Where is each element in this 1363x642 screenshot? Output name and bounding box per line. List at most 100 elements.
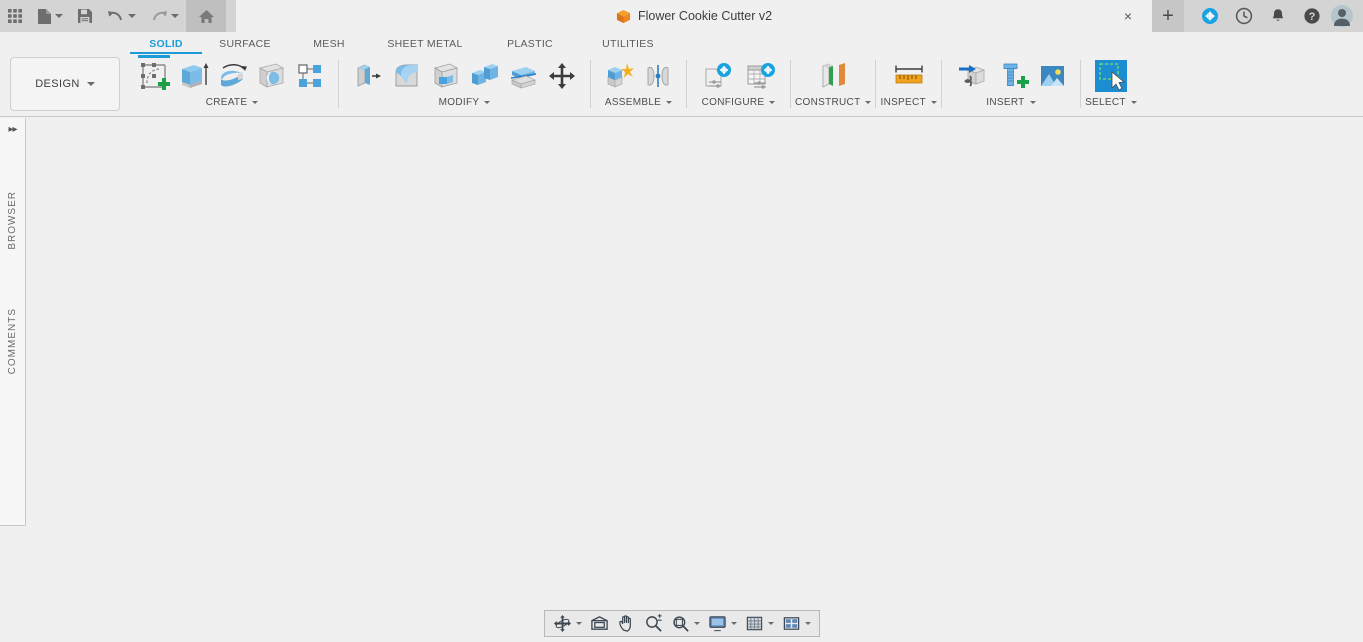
revolve-tool[interactable] bbox=[213, 56, 251, 96]
canvas-image-tool[interactable] bbox=[1033, 56, 1071, 96]
pan-tool[interactable] bbox=[613, 612, 640, 636]
redo-caret-icon[interactable] bbox=[171, 14, 179, 18]
configure-label-text: CONFIGURE bbox=[701, 97, 765, 108]
undo-caret-icon[interactable] bbox=[128, 14, 136, 18]
assemble-label-text: ASSEMBLE bbox=[604, 97, 662, 108]
model-cutter-wall-group bbox=[466, 281, 900, 642]
construct-caret-icon[interactable] bbox=[865, 101, 872, 104]
active-tool-indicator bbox=[138, 55, 170, 58]
move-copy-tool[interactable] bbox=[543, 56, 581, 96]
sidebar-item-comments[interactable]: COMMENTS bbox=[7, 308, 18, 374]
save-button[interactable] bbox=[70, 0, 100, 32]
view-cube[interactable]: Z X FRONT RIGHT TOP bbox=[1253, 128, 1343, 230]
insert-mcmaster-tool[interactable] bbox=[994, 56, 1032, 96]
app-grid-icon[interactable] bbox=[0, 0, 30, 32]
tab-mesh[interactable]: MESH bbox=[288, 38, 370, 54]
display-mode-caret-icon[interactable] bbox=[730, 622, 737, 625]
group-separator bbox=[590, 60, 591, 108]
split-face-tool[interactable] bbox=[504, 56, 542, 96]
workspace-selector[interactable]: DESIGN bbox=[10, 57, 120, 111]
tab-sheet-metal[interactable]: SHEET METAL bbox=[370, 38, 480, 54]
fit-tool[interactable] bbox=[667, 612, 704, 636]
configuration-table-tool[interactable] bbox=[739, 56, 781, 96]
extrude-tool[interactable] bbox=[174, 56, 212, 96]
tab-surface[interactable]: SURFACE bbox=[202, 38, 288, 54]
grid-snap-tool[interactable] bbox=[741, 612, 778, 636]
document-close-button[interactable]: × bbox=[1124, 9, 1132, 23]
group-separator bbox=[1079, 60, 1081, 108]
fit-caret-icon[interactable] bbox=[693, 622, 700, 625]
pattern-tool[interactable] bbox=[291, 56, 329, 96]
orbit-caret-icon[interactable] bbox=[575, 622, 582, 625]
ribbon-group-select-label[interactable]: SELECT bbox=[1085, 97, 1137, 108]
configuration-tool[interactable] bbox=[696, 56, 738, 96]
group-separator bbox=[940, 60, 942, 108]
ribbon-group-inspect-label[interactable]: INSPECT bbox=[880, 97, 937, 108]
sphere-tool[interactable] bbox=[252, 56, 290, 96]
workspace-caret-icon[interactable] bbox=[86, 82, 95, 86]
viewports-tool[interactable] bbox=[778, 612, 815, 636]
home-button[interactable] bbox=[186, 0, 226, 32]
display-settings-tool[interactable] bbox=[586, 612, 613, 636]
select-caret-icon[interactable] bbox=[1130, 101, 1137, 104]
combine-tool[interactable] bbox=[465, 56, 503, 96]
document-cube-icon bbox=[616, 9, 631, 23]
ribbon-group-modify-label[interactable]: MODIFY bbox=[439, 97, 491, 108]
insert-derive-tool[interactable] bbox=[951, 56, 993, 96]
help-icon[interactable]: ? bbox=[1295, 0, 1329, 32]
offset-plane-tool[interactable] bbox=[812, 56, 854, 96]
account-avatar[interactable] bbox=[1329, 0, 1363, 32]
document-tab[interactable]: Flower Cookie Cutter v2 × bbox=[236, 0, 1152, 32]
svg-text:?: ? bbox=[1309, 11, 1316, 23]
select-tool[interactable] bbox=[1090, 56, 1132, 96]
zoom-tool[interactable] bbox=[640, 612, 667, 636]
press-pull-tool[interactable] bbox=[348, 56, 386, 96]
joint-tool[interactable] bbox=[639, 56, 677, 96]
ribbon-group-insert-label[interactable]: INSERT bbox=[986, 97, 1036, 108]
ribbon-group-construct-label[interactable]: CONSTRUCT bbox=[795, 97, 872, 108]
tab-solid[interactable]: SOLID bbox=[130, 38, 202, 54]
modify-caret-icon[interactable] bbox=[484, 101, 491, 104]
view-cube-face-top bbox=[1273, 147, 1339, 173]
undo-icon bbox=[108, 11, 122, 21]
ribbon-group-construct: CONSTRUCT bbox=[795, 54, 872, 115]
undo-button[interactable] bbox=[100, 0, 143, 32]
configure-caret-icon[interactable] bbox=[769, 101, 776, 104]
grid-snap-caret-icon[interactable] bbox=[767, 622, 774, 625]
tab-plastic[interactable]: PLASTIC bbox=[480, 38, 580, 54]
document-title: Flower Cookie Cutter v2 bbox=[637, 9, 773, 23]
new-file-caret-icon[interactable] bbox=[55, 14, 63, 18]
measure-tool[interactable] bbox=[888, 56, 930, 96]
new-component-tool[interactable] bbox=[600, 56, 638, 96]
left-panel-rail: ▸▸ BROWSER COMMENTS bbox=[0, 118, 26, 526]
new-file-button[interactable] bbox=[30, 0, 70, 32]
fillet-tool[interactable] bbox=[387, 56, 425, 96]
extensions-icon[interactable] bbox=[1193, 0, 1227, 32]
assemble-caret-icon[interactable] bbox=[666, 101, 673, 104]
ribbon-tab-bar: SOLID SURFACE MESH SHEET METAL PLASTIC U… bbox=[0, 32, 1363, 54]
tab-utilities[interactable]: UTILITIES bbox=[580, 38, 676, 54]
viewports-caret-icon[interactable] bbox=[804, 622, 811, 625]
ribbon-group-assemble-label[interactable]: ASSEMBLE bbox=[604, 97, 673, 108]
redo-button[interactable] bbox=[143, 0, 186, 32]
viewport-3d-canvas[interactable]: Z X FRONT RIGHT TOP bbox=[0, 118, 1363, 642]
modify-label-text: MODIFY bbox=[438, 97, 480, 108]
notifications-icon[interactable] bbox=[1261, 0, 1295, 32]
redo-icon bbox=[153, 11, 167, 21]
shell-tool[interactable] bbox=[426, 56, 464, 96]
display-mode-tool[interactable] bbox=[704, 612, 741, 636]
orbit-tool[interactable] bbox=[549, 612, 586, 636]
titlebar-right-icons: ? bbox=[1193, 0, 1363, 32]
create-caret-icon[interactable] bbox=[252, 101, 259, 104]
inspect-caret-icon[interactable] bbox=[930, 101, 937, 104]
panel-expand-toggle[interactable]: ▸▸ bbox=[8, 124, 17, 135]
job-status-icon[interactable] bbox=[1227, 0, 1261, 32]
ribbon-group-create-label[interactable]: CREATE bbox=[206, 97, 259, 108]
group-separator bbox=[790, 60, 791, 108]
create-sketch-tool[interactable] bbox=[135, 55, 173, 96]
ribbon-group-configure-label[interactable]: CONFIGURE bbox=[702, 97, 776, 108]
sidebar-item-browser[interactable]: BROWSER bbox=[7, 191, 18, 250]
insert-caret-icon[interactable] bbox=[1029, 101, 1036, 104]
navigation-toolbar bbox=[543, 610, 820, 637]
new-tab-button[interactable]: + bbox=[1152, 0, 1184, 32]
